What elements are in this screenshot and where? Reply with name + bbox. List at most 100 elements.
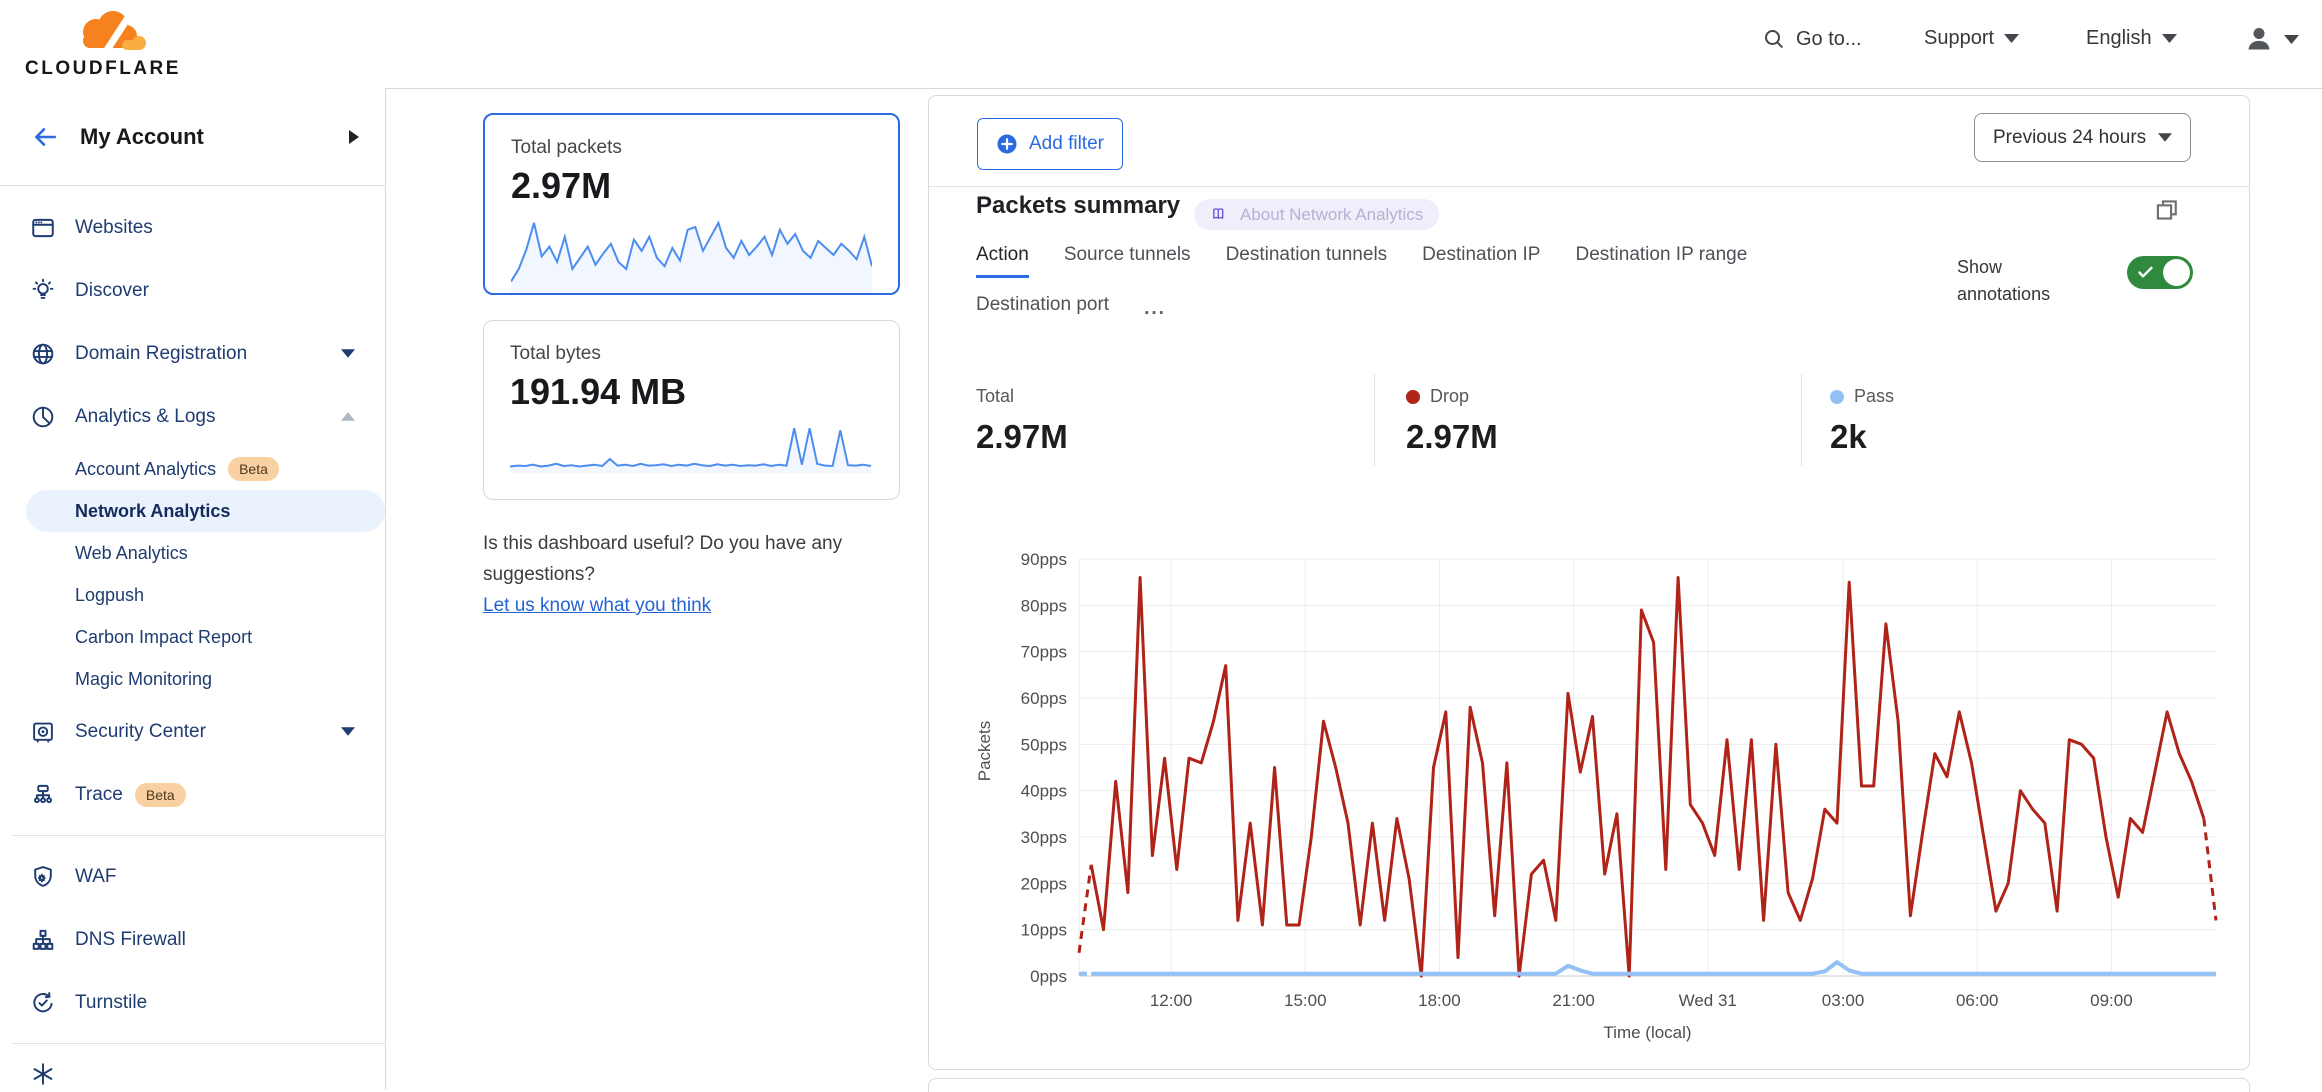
sidebar-item-account-analytics[interactable]: Account AnalyticsBeta: [0, 448, 385, 490]
sidebar-item-network-analytics[interactable]: Network Analytics: [26, 490, 385, 532]
drop-line-dashed: [1079, 865, 1091, 953]
chevron-down-icon: [2158, 133, 2172, 142]
sidebar-item-trace[interactable]: TraceBeta: [0, 763, 385, 826]
tab-destination-port[interactable]: Destination port: [976, 294, 1109, 329]
cloudflare-cloud-icon: [18, 6, 188, 58]
sidebar-item-magic-monitoring[interactable]: Magic Monitoring: [0, 658, 385, 700]
sidebar-item-turnstile[interactable]: Turnstile: [0, 971, 385, 1034]
stat-total: Total2.97M: [976, 386, 1068, 456]
sidebar-item-websites[interactable]: Websites: [0, 196, 385, 259]
user-icon: [2244, 24, 2274, 54]
stat-divider: [1801, 374, 1802, 466]
discover-icon: [30, 278, 56, 304]
about-network-analytics-pill[interactable]: About Network Analytics: [1194, 199, 1439, 230]
chevron-down-icon: [2162, 34, 2177, 43]
back-arrow-icon[interactable]: [30, 124, 60, 150]
sidebar-item-label: Logpush: [75, 585, 144, 606]
support-label: Support: [1924, 27, 1994, 50]
goto-label: Go to...: [1796, 28, 1862, 51]
card-title: Total packets: [511, 137, 872, 159]
language-menu[interactable]: English: [2086, 27, 2177, 50]
security-center-icon: [30, 719, 56, 745]
sidebar-item-waf[interactable]: WAF: [0, 845, 385, 908]
tab-source-tunnels[interactable]: Source tunnels: [1064, 244, 1191, 278]
sparkline: [510, 421, 871, 473]
packets-chart: 0pps10pps20pps30pps40pps50pps60pps70pps8…: [981, 546, 2231, 1046]
legend-dot: [1830, 390, 1844, 404]
sidebar-item-label: Discover: [75, 280, 149, 302]
tab-destination-ip[interactable]: Destination IP: [1422, 244, 1540, 278]
sidebar-divider: [12, 835, 385, 836]
chart-y-axis-title: Packets: [975, 695, 995, 807]
sidebar-item-label: Web Analytics: [75, 543, 188, 564]
sidebar-item-carbon-impact-report[interactable]: Carbon Impact Report: [0, 616, 385, 658]
summary-card-total-packets[interactable]: Total packets2.97M: [483, 113, 900, 295]
caret-down-icon: [341, 349, 355, 358]
turnstile-icon: [30, 990, 56, 1016]
sidebar-item-label: Trace: [75, 784, 123, 806]
sidebar-item-label: Turnstile: [75, 992, 147, 1014]
expand-panel-icon[interactable]: [2153, 196, 2181, 224]
stat-drop: Drop 2.97M: [1406, 386, 1498, 456]
tab-destination-ip-range[interactable]: Destination IP range: [1575, 244, 1747, 278]
time-range-dropdown[interactable]: Previous 24 hours: [1974, 113, 2191, 162]
sidebar-item-label: Analytics & Logs: [75, 406, 215, 428]
drop-line: [1091, 578, 2204, 977]
chart-x-axis-title: Time (local): [1603, 1023, 1691, 1042]
sidebar-item-dns-firewall[interactable]: DNS Firewall: [0, 908, 385, 971]
sidebar-item-security-center[interactable]: Security Center: [0, 700, 385, 763]
pass-line: [1091, 962, 2216, 974]
x-tick-label: 03:00: [1822, 991, 1865, 1010]
support-menu[interactable]: Support: [1924, 27, 2019, 50]
y-tick-label: 0pps: [1030, 967, 1067, 986]
sidebar-item-discover[interactable]: Discover: [0, 259, 385, 322]
network-analytics-panel: Add filter Previous 24 hours Packets sum…: [928, 95, 2250, 1070]
sidebar-item-label: Security Center: [75, 721, 206, 743]
tab-destination-tunnels[interactable]: Destination tunnels: [1226, 244, 1388, 278]
stat-pass: Pass2k: [1830, 386, 1894, 456]
account-name: My Account: [80, 124, 349, 150]
analytics-icon: [30, 404, 56, 430]
sidebar-item-ip-addresses-icon[interactable]: [0, 1053, 385, 1090]
stats-row: Total2.97M Drop 2.97M Pass2k: [929, 374, 2249, 474]
chevron-down-icon: [2004, 34, 2019, 43]
panel-title: Packets summary: [976, 192, 1180, 220]
sidebar-item-label: Network Analytics: [75, 501, 230, 522]
add-filter-button[interactable]: Add filter: [977, 118, 1123, 170]
x-tick-label: 09:00: [2090, 991, 2133, 1010]
sidebar-item-analytics-logs[interactable]: Analytics & Logs: [0, 385, 385, 448]
stat-label-text: Pass: [1854, 386, 1894, 407]
more-tabs-button[interactable]: ...: [1144, 294, 1166, 329]
show-annotations-label: Show annotations: [1957, 254, 2077, 308]
legend-dot: [1406, 390, 1420, 404]
divider: [929, 186, 2249, 187]
sidebar-item-domain-registration[interactable]: Domain Registration: [0, 322, 385, 385]
tab-action[interactable]: Action: [976, 244, 1029, 278]
top-bar: CLOUDFLARE Go to... Support English: [0, 0, 2322, 89]
stat-label: Drop: [1406, 386, 1498, 407]
sidebar: My Account Websites Discover Domain Regist…: [0, 88, 386, 1090]
stat-value: 2.97M: [1406, 418, 1498, 456]
sidebar-item-label: Magic Monitoring: [75, 669, 212, 690]
account-header-row[interactable]: My Account: [0, 88, 385, 186]
sidebar-item-logpush[interactable]: Logpush: [0, 574, 385, 616]
y-tick-label: 40pps: [1021, 782, 1067, 801]
feedback-link[interactable]: Let us know what you think: [483, 595, 711, 616]
x-tick-label: 15:00: [1284, 991, 1327, 1010]
y-tick-label: 50pps: [1021, 735, 1067, 754]
summary-card-total-bytes[interactable]: Total bytes191.94 MB: [483, 320, 900, 500]
show-annotations-toggle[interactable]: [2127, 256, 2193, 289]
check-icon: [2138, 266, 2153, 279]
add-filter-label: Add filter: [1029, 133, 1104, 155]
stat-divider: [1374, 374, 1375, 466]
x-tick-label: 06:00: [1956, 991, 1999, 1010]
goto-search[interactable]: Go to...: [1762, 27, 1862, 51]
sidebar-item-web-analytics[interactable]: Web Analytics: [0, 532, 385, 574]
beta-badge: Beta: [228, 457, 279, 481]
chevron-down-icon: [2284, 35, 2299, 44]
y-tick-label: 20pps: [1021, 874, 1067, 893]
toggle-knob: [2163, 259, 2190, 286]
cloudflare-logo[interactable]: CLOUDFLARE: [18, 6, 188, 82]
sidebar-item-label: DNS Firewall: [75, 929, 186, 951]
user-account-menu[interactable]: [2244, 24, 2299, 54]
